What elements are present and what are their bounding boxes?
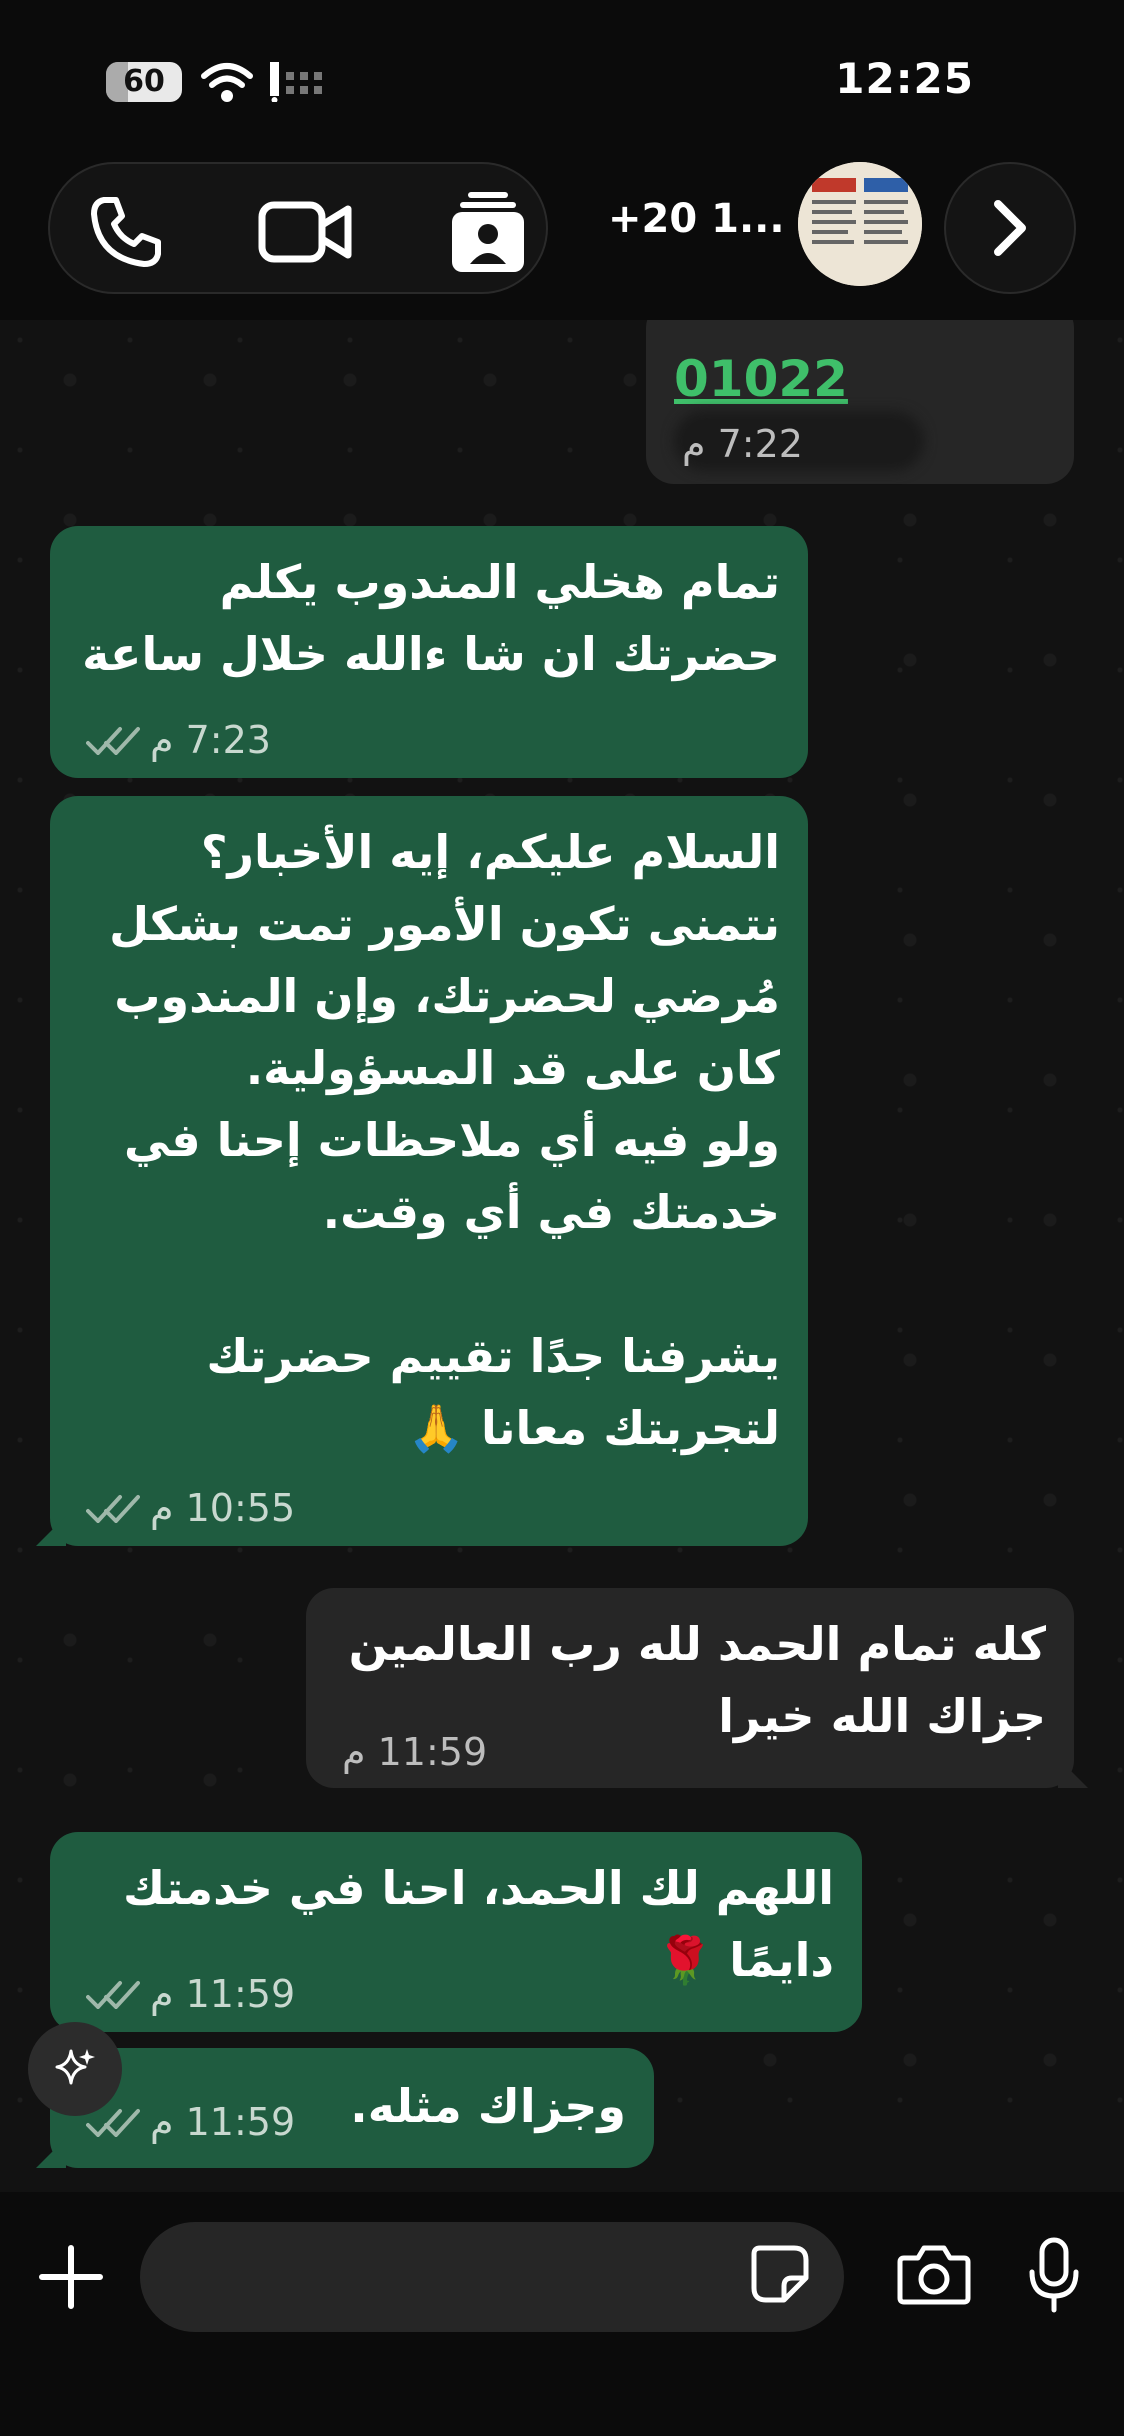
message-time: 11:59 م bbox=[342, 1730, 488, 1774]
message-bubble-outgoing[interactable]: اللهم لك الحمد، احنا في خدمتك دايمًا 🌹 1… bbox=[50, 1832, 862, 2032]
voice-call-button[interactable] bbox=[84, 190, 168, 274]
wifi-icon bbox=[201, 63, 253, 102]
avatar-image bbox=[798, 162, 922, 286]
signal-icon bbox=[270, 62, 322, 102]
camera-icon[interactable] bbox=[896, 2244, 972, 2306]
battery-icon: 60 bbox=[106, 62, 182, 102]
message-time: 10:55 م bbox=[150, 1486, 296, 1530]
mic-icon[interactable] bbox=[1024, 2236, 1084, 2316]
contact-name[interactable]: +20 1... bbox=[608, 196, 785, 242]
status-bar: 60 12:25 bbox=[0, 0, 1124, 150]
message-bubble-incoming[interactable]: 01022 7:22 م bbox=[646, 320, 1074, 484]
double-check-icon bbox=[86, 727, 140, 755]
clock: 12:25 bbox=[835, 54, 974, 103]
call-actions bbox=[48, 162, 548, 294]
message-time: 7:23 م bbox=[150, 718, 271, 762]
double-check-icon bbox=[86, 1981, 140, 2009]
message-input[interactable] bbox=[140, 2222, 844, 2332]
chat-area[interactable]: 01022 7:22 م تمام هخلي المندوب يكلم حضرت… bbox=[0, 320, 1124, 2192]
message-bubble-outgoing[interactable]: وجزاك مثله. 11:59 م bbox=[50, 2048, 654, 2168]
message-time: 11:59 م bbox=[150, 1972, 296, 2016]
composer-bar bbox=[0, 2192, 1124, 2436]
double-check-icon bbox=[86, 1495, 140, 1523]
chat-header: +20 1... bbox=[0, 150, 1124, 320]
phone-icon bbox=[91, 197, 161, 267]
message-bubble-outgoing[interactable]: السلام عليكم، إيه الأخبار؟ نتمنى تكون ال… bbox=[50, 796, 808, 1546]
contact-card-button[interactable] bbox=[446, 190, 530, 274]
video-icon bbox=[258, 201, 352, 263]
avatar[interactable] bbox=[798, 162, 922, 286]
contact-info-button[interactable] bbox=[944, 162, 1076, 294]
message-text: السلام عليكم، إيه الأخبار؟ نتمنى تكون ال… bbox=[109, 825, 780, 1455]
sticker-icon[interactable] bbox=[748, 2242, 812, 2306]
message-time: 7:22 م bbox=[682, 422, 803, 466]
plus-icon[interactable] bbox=[36, 2242, 106, 2312]
phone-number-text[interactable]: 01022 bbox=[674, 350, 848, 408]
message-time: 11:59 م bbox=[150, 2100, 296, 2144]
ai-assist-button[interactable] bbox=[28, 2022, 122, 2116]
message-text: تمام هخلي المندوب يكلم حضرتك ان شا ءالله… bbox=[82, 555, 780, 681]
message-bubble-outgoing[interactable]: تمام هخلي المندوب يكلم حضرتك ان شا ءالله… bbox=[50, 526, 808, 778]
video-call-button[interactable] bbox=[256, 190, 356, 274]
sparkle-icon bbox=[55, 2049, 95, 2085]
message-bubble-incoming[interactable]: كله تمام الحمد لله رب العالمين جزاك الله… bbox=[306, 1588, 1074, 1788]
chevron-right-icon bbox=[994, 200, 1026, 256]
contact-card-icon bbox=[452, 192, 524, 272]
battery-level: 60 bbox=[123, 64, 165, 99]
